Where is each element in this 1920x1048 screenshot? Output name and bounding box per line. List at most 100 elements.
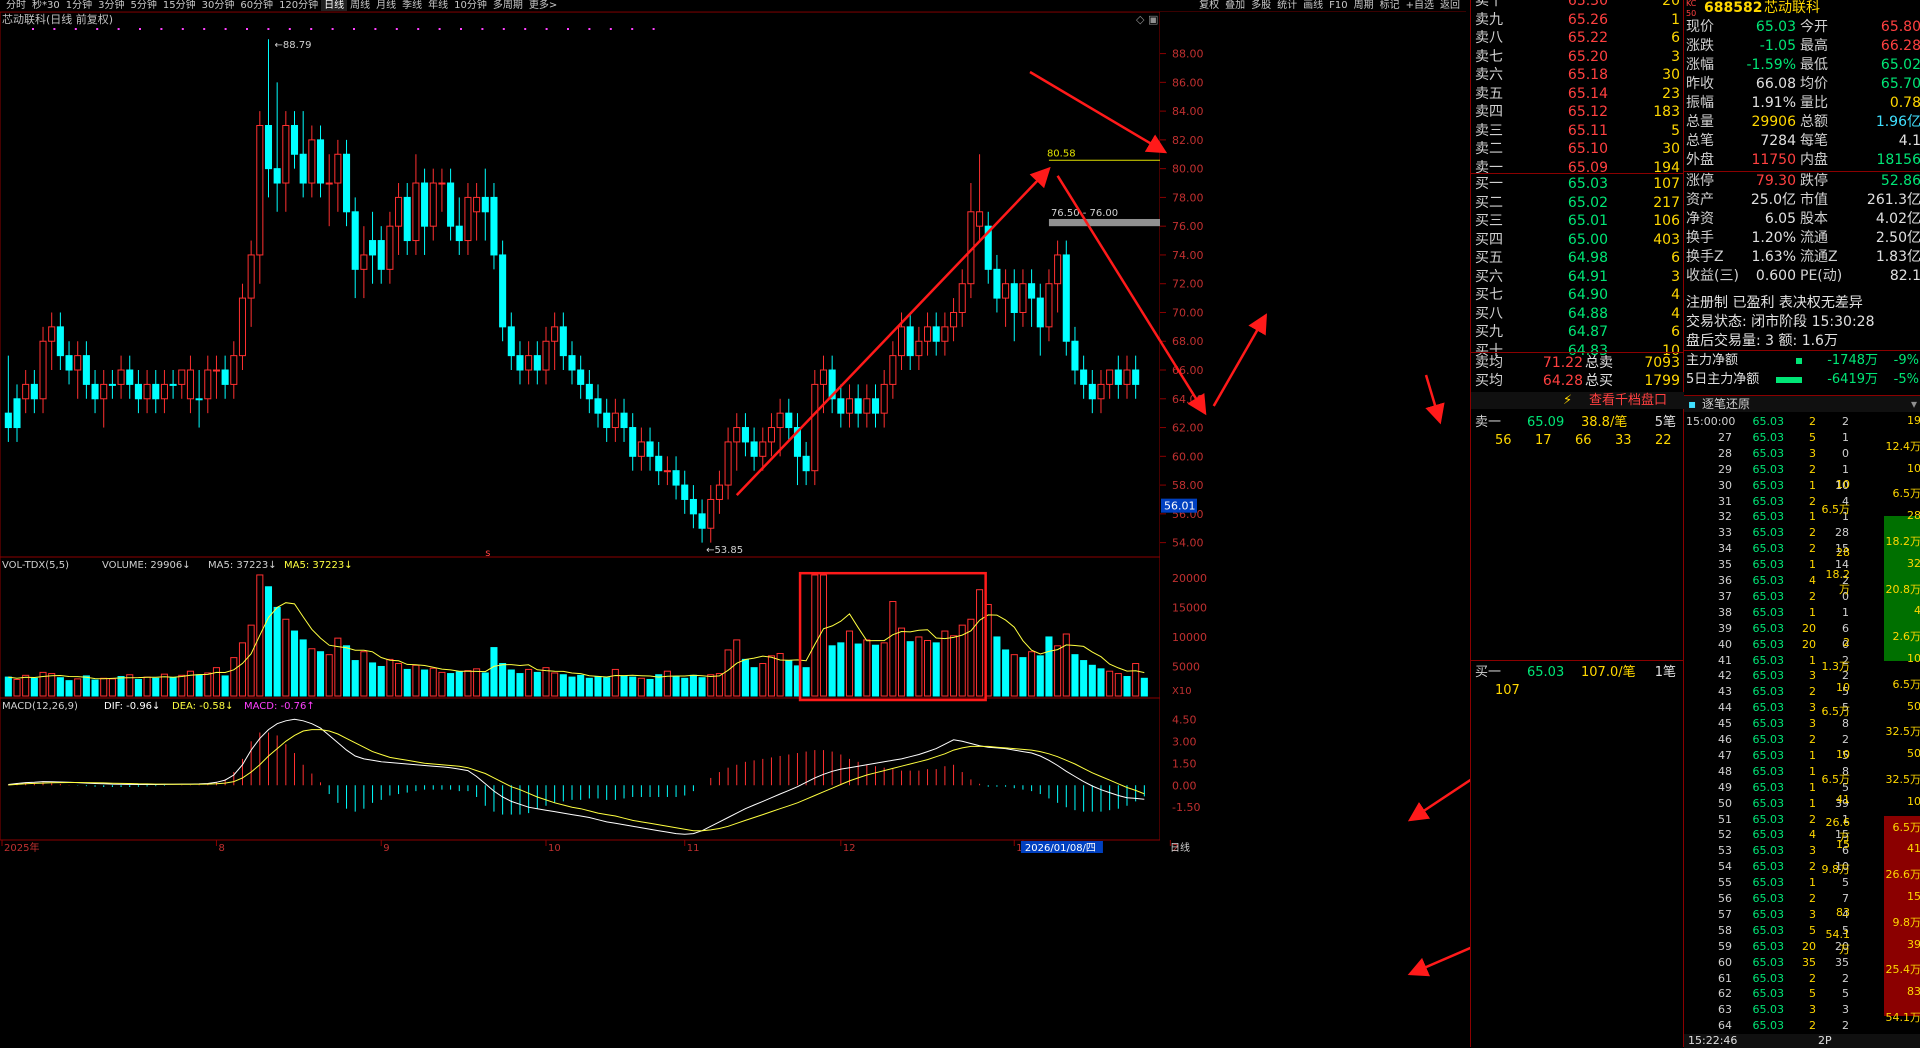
volume-bar	[785, 660, 793, 697]
tool-button-9[interactable]: 返回	[1437, 0, 1463, 11]
tick-price: 65.03	[1752, 526, 1785, 540]
volume-bar	[516, 673, 524, 697]
bid-level-6[interactable]: 买六 64.91 3	[1471, 268, 1684, 286]
candle-body	[325, 182, 333, 185]
ask-level-3[interactable]: 卖三 65.11 5	[1471, 122, 1684, 140]
tick-price: 65.03	[1752, 669, 1785, 683]
date-tick-label: 8	[218, 843, 224, 854]
bid-level-8[interactable]: 买八 64.88 4	[1471, 305, 1684, 323]
tick-count: 2	[1842, 415, 1849, 428]
candle-body	[1010, 283, 1018, 313]
volume-bar	[56, 677, 64, 697]
tick-volume: 1	[1809, 653, 1816, 667]
bid-level-4[interactable]: 买四 65.00 403	[1471, 231, 1684, 249]
tool-button-5[interactable]: F10	[1326, 0, 1350, 11]
quote-key: 总笔	[1686, 133, 1714, 149]
tick-price: 65.03	[1752, 860, 1785, 874]
tool-button-7[interactable]: 标记	[1377, 0, 1403, 11]
stock-name: 芯动联科	[1764, 0, 1820, 16]
bid-level-1[interactable]: 买一 65.03 107	[1471, 175, 1684, 193]
quote-key: 跌停	[1800, 173, 1828, 189]
order-price: 65.14	[1567, 85, 1608, 102]
order-book: 卖十 65.30 20 卖九 65.26 1 卖八 65.22 6 卖七 65.20 3 卖六 65.18…	[1471, 0, 1684, 1047]
tool-button-1[interactable]: 叠加	[1222, 0, 1248, 11]
tick-time: 28	[1718, 446, 1732, 460]
tool-button-2[interactable]: 多股	[1248, 0, 1274, 11]
diamond-icon[interactable]: ◇	[1136, 13, 1145, 26]
tick-time: 44	[1718, 701, 1732, 715]
period-tab-3[interactable]: 3分钟	[95, 0, 127, 11]
view-depth-button[interactable]: ⚡ 查看千档盘口	[1471, 392, 1684, 409]
tool-button-3[interactable]: 统计	[1274, 0, 1300, 11]
period-tab-14[interactable]: 10分钟	[451, 0, 490, 11]
tool-button-8[interactable]: +自选	[1403, 0, 1437, 11]
kline-chart-area[interactable]: 芯动联科(日线 前复权) 88.00 86.00 84.00 82.00 80.00 78.…	[0, 12, 1470, 1047]
ask-level-8[interactable]: 卖八 65.22 6	[1471, 29, 1684, 47]
period-tab-6[interactable]: 30分钟	[199, 0, 238, 11]
period-tab-9[interactable]: 日线	[321, 0, 348, 11]
period-tab-12[interactable]: 季线	[399, 0, 425, 11]
period-tab-15[interactable]: 多周期	[490, 0, 526, 11]
tick-header[interactable]: ▪ 逐笔还原 ▾	[1684, 396, 1920, 412]
ask-level-5[interactable]: 卖五 65.14 23	[1471, 85, 1684, 103]
tool-button-0[interactable]: 复权	[1196, 0, 1222, 11]
bid-level-3[interactable]: 买三 65.01 106	[1471, 212, 1684, 230]
order-price: 65.03	[1567, 176, 1608, 192]
tick-right-value: 50	[1907, 747, 1920, 761]
volume-bar	[681, 677, 689, 697]
period-tab-1[interactable]: 秒*30	[29, 0, 63, 11]
bid-level-5[interactable]: 买五 64.98 6	[1471, 249, 1684, 267]
tick-volume: 20	[1802, 939, 1816, 953]
price-tick-label: 84.00	[1172, 105, 1204, 118]
tick-right-value: 15	[1907, 890, 1920, 903]
bid-level-7[interactable]: 买七 64.90 4	[1471, 286, 1684, 304]
tick-header-close-icon[interactable]: ▾	[1911, 396, 1917, 412]
volume-bar	[1002, 649, 1010, 697]
period-tab-2[interactable]: 1分钟	[63, 0, 95, 11]
signal-dot	[567, 28, 569, 30]
quote-row: 资产 25.0亿 市值 261.3亿	[1684, 191, 1920, 210]
tick-volume: 2	[1809, 589, 1816, 603]
tick-list[interactable]: ▪ 逐笔还原 ▾ 15:00:00 65.03 2 2 27 65.03 5 1 28 65.03 3 0 2…	[1684, 395, 1920, 1048]
period-tab-8[interactable]: 120分钟	[276, 0, 321, 11]
period-tab-5[interactable]: 15分钟	[160, 0, 199, 11]
quote-key: 内盘	[1800, 152, 1828, 168]
tick-price: 65.03	[1752, 876, 1785, 890]
volume-bar	[429, 667, 437, 697]
period-tab-0[interactable]: 分时	[3, 0, 29, 11]
volume-bar	[1140, 677, 1148, 697]
period-tab-13[interactable]: 年线	[425, 0, 451, 11]
tool-button-4[interactable]: 画线	[1300, 0, 1326, 11]
ask-level-10[interactable]: 卖十 65.30 20	[1471, 0, 1684, 10]
signal-dot	[395, 28, 398, 30]
tick-volume: 5	[1809, 987, 1816, 1001]
volume-bar	[13, 678, 21, 697]
kline-chart-svg[interactable]: 芯动联科(日线 前复权)88.0086.0084.0082.0080.0078.…	[0, 12, 1470, 1047]
candle-body	[13, 398, 21, 429]
candle-body	[785, 412, 793, 429]
ask-level-9[interactable]: 卖九 65.26 1	[1471, 11, 1684, 29]
order-price: 64.90	[1567, 287, 1608, 303]
tool-button-6[interactable]: 周期	[1351, 0, 1377, 11]
candle-body	[559, 326, 567, 357]
ask-level-2[interactable]: 卖二 65.10 30	[1471, 140, 1684, 158]
ask-level-6[interactable]: 卖六 65.18 30	[1471, 66, 1684, 84]
volume-bar	[1036, 655, 1044, 697]
period-tab-7[interactable]: 60分钟	[237, 0, 276, 11]
period-tab-11[interactable]: 月线	[373, 0, 399, 11]
period-tab-10[interactable]: 周线	[347, 0, 373, 11]
period-tab-4[interactable]: 5分钟	[127, 0, 159, 11]
maximize-icon[interactable]: ▣	[1148, 13, 1158, 26]
period-tab-16[interactable]: 更多>	[526, 0, 560, 11]
quote-value: 1.91%	[1751, 95, 1796, 111]
bid-level-9[interactable]: 买九 64.87 6	[1471, 323, 1684, 341]
candle-body	[646, 441, 654, 457]
bid-level-2[interactable]: 买二 65.02 217	[1471, 194, 1684, 212]
volume-bar	[551, 672, 559, 697]
ask-level-4[interactable]: 卖四 65.12 183	[1471, 103, 1684, 121]
candle-body	[672, 470, 680, 486]
ask-level-7[interactable]: 卖七 65.20 3	[1471, 48, 1684, 66]
tick-volume: 1	[1809, 558, 1816, 572]
tick-footer-label[interactable]: 2P	[1818, 1034, 1832, 1048]
queue-per-order: 38.8/笔	[1581, 415, 1628, 430]
